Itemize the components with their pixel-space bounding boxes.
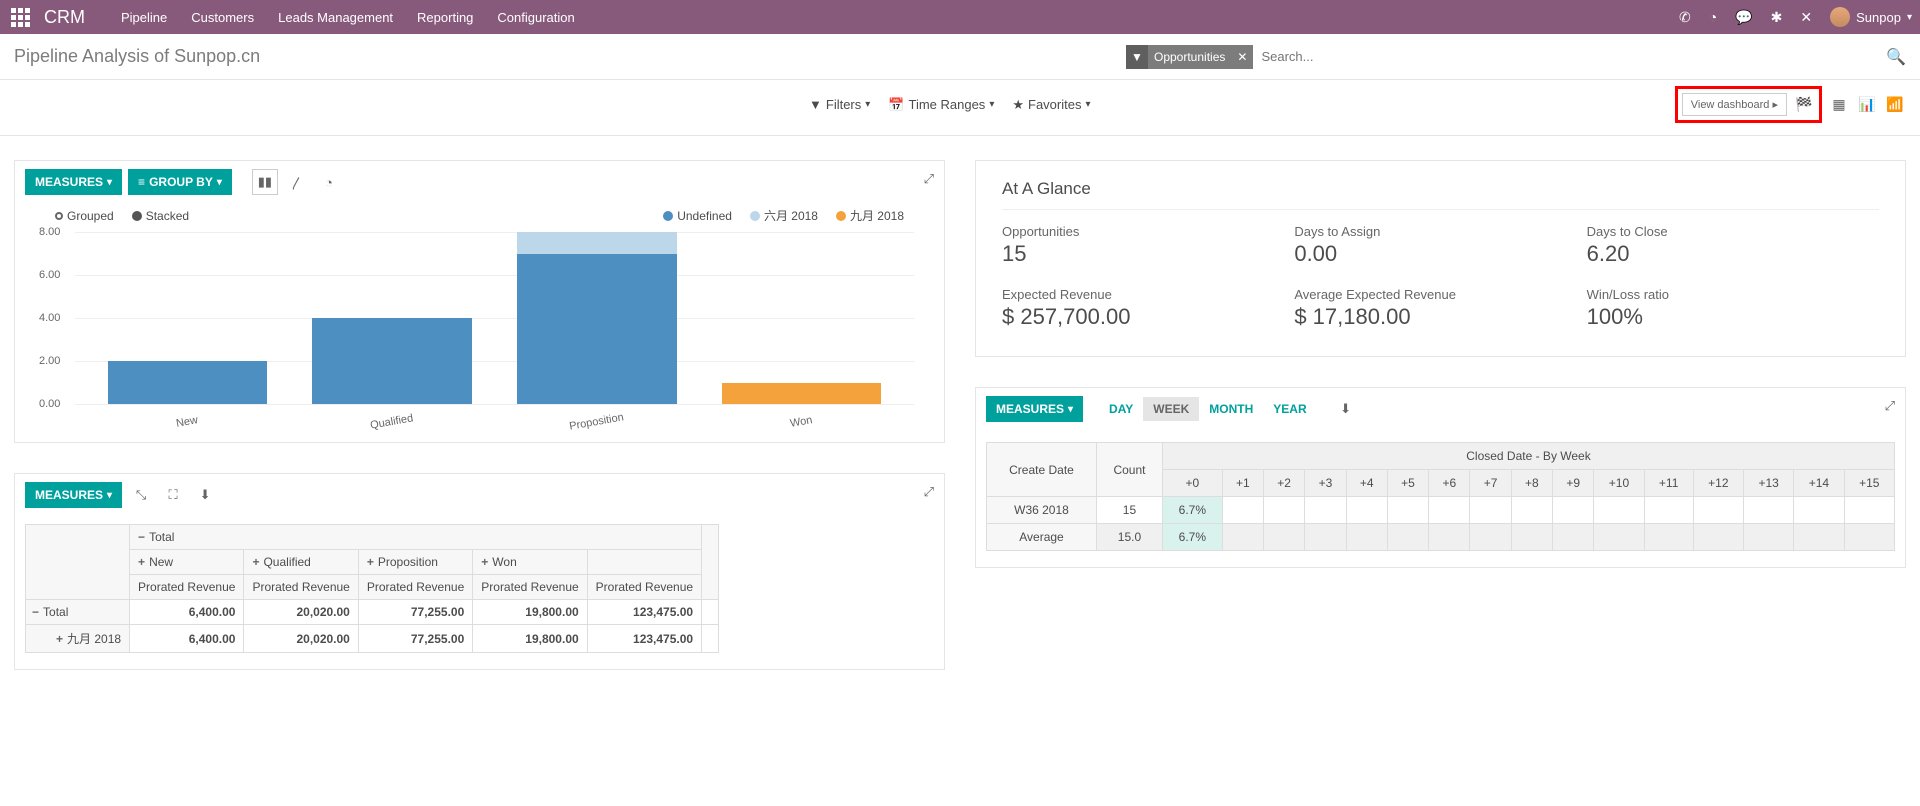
topbar: CRM Pipeline Customers Leads Management … [0,0,1920,34]
nav-configuration[interactable]: Configuration [497,10,574,25]
chart-legend: Grouped Stacked Undefined 六月 2018 九月 201… [15,203,944,224]
nav-pipeline[interactable]: Pipeline [121,10,167,25]
subheader: Pipeline Analysis of Sunpop.cn ▼ Opportu… [0,34,1920,80]
expand-icon[interactable]: ⤢ [1885,398,1895,414]
facet-remove-icon[interactable]: ✕ [1231,50,1253,64]
expand-icon[interactable]: ⤢ [924,171,934,187]
flip-icon[interactable]: ⤡ [128,482,154,508]
legend-june[interactable]: 六月 2018 [750,207,818,224]
main-nav: Pipeline Customers Leads Management Repo… [121,10,575,25]
page-title: Pipeline Analysis of Sunpop.cn [14,46,260,67]
nav-reporting[interactable]: Reporting [417,10,473,25]
mode-stacked[interactable]: Stacked [132,209,189,223]
apps-icon[interactable] [8,5,32,29]
bug-icon[interactable]: ✱ [1771,9,1783,26]
view-bars-icon[interactable]: 📶 [1884,94,1906,116]
search-facet: ▼ Opportunities ✕ [1126,45,1253,69]
cohort-table: Create DateCountClosed Date - By Week+0+… [986,442,1895,551]
search-icon[interactable]: 🔍 [1886,47,1906,67]
nav-customers[interactable]: Customers [191,10,254,25]
favorites-menu[interactable]: ★ Favorites [1012,97,1090,113]
legend-sept[interactable]: 九月 2018 [836,207,904,224]
close-icon[interactable]: ✕ [1800,9,1812,26]
app-brand[interactable]: CRM [44,7,85,28]
cohort-tab-week[interactable]: WEEK [1143,397,1199,421]
filters-menu[interactable]: ▼ Filters [809,97,870,112]
chat-icon[interactable]: 💬 [1735,9,1752,26]
line-chart-icon[interactable]: 〳 [284,169,310,195]
view-dashboard-button[interactable]: View dashboard ▸ [1682,93,1787,116]
user-menu[interactable]: Sunpop [1830,7,1912,27]
groupby-button[interactable]: ≡ GROUP BY [128,169,232,195]
expand-icon[interactable]: ⤢ [924,484,934,500]
view-graph-icon[interactable]: 📊 [1856,94,1878,116]
user-name: Sunpop [1856,10,1901,25]
bar-chart-icon[interactable]: ▮▮ [252,169,278,195]
cohort-tabs: DAYWEEKMONTHYEAR [1099,397,1317,421]
control-row: ▼ Filters 📅 Time Ranges ★ Favorites View… [0,80,1920,136]
dashboard-icon[interactable]: 🏁 [1793,94,1815,116]
glance-title: At A Glance [1002,179,1879,210]
mode-grouped[interactable]: Grouped [55,209,114,223]
bar-chart: 0.002.004.006.008.00NewQualifiedProposit… [75,232,914,432]
filter-icon: ▼ [1126,45,1148,69]
cohort-tab-year[interactable]: YEAR [1263,397,1316,421]
cohort-tab-month[interactable]: MONTH [1199,397,1263,421]
search-bar: ▼ Opportunities ✕ 🔍 [1126,45,1906,69]
legend-undefined[interactable]: Undefined [663,209,732,223]
facet-label: Opportunities [1148,50,1231,64]
cohort-tab-day[interactable]: DAY [1099,397,1143,421]
glance-panel: At A Glance Opportunities15Days to Assig… [975,160,1906,357]
search-input[interactable] [1253,45,1886,68]
expand-all-icon[interactable]: ⛶ [160,482,186,508]
measures-button[interactable]: MEASURES [25,169,122,195]
measures-button[interactable]: MEASURES [986,396,1083,422]
download-icon[interactable]: ⬇ [192,482,218,508]
avatar [1830,7,1850,27]
view-list-icon[interactable]: ▦ [1828,94,1850,116]
phone-icon[interactable]: ✆ [1679,9,1691,26]
measures-button[interactable]: MEASURES [25,482,122,508]
chart-panel: ⤢ MEASURES ≡ GROUP BY ▮▮ 〳 ◔ Grouped Sta… [14,160,945,443]
clock-icon[interactable]: ◔ [1709,9,1717,25]
highlight-box: View dashboard ▸ 🏁 [1675,86,1822,123]
pivot-table: −Total+New+Qualified+Proposition+WonPror… [25,524,719,653]
nav-leads[interactable]: Leads Management [278,10,393,25]
cohort-panel: ⤢ MEASURES DAYWEEKMONTHYEAR ⬇ Create Dat… [975,387,1906,568]
time-ranges-menu[interactable]: 📅 Time Ranges [888,97,994,113]
pivot-panel: ⤢ MEASURES ⤡ ⛶ ⬇ −Total+New+Qualified+Pr… [14,473,945,670]
download-icon[interactable]: ⬇ [1333,396,1359,422]
pie-chart-icon[interactable]: ◔ [316,169,342,195]
